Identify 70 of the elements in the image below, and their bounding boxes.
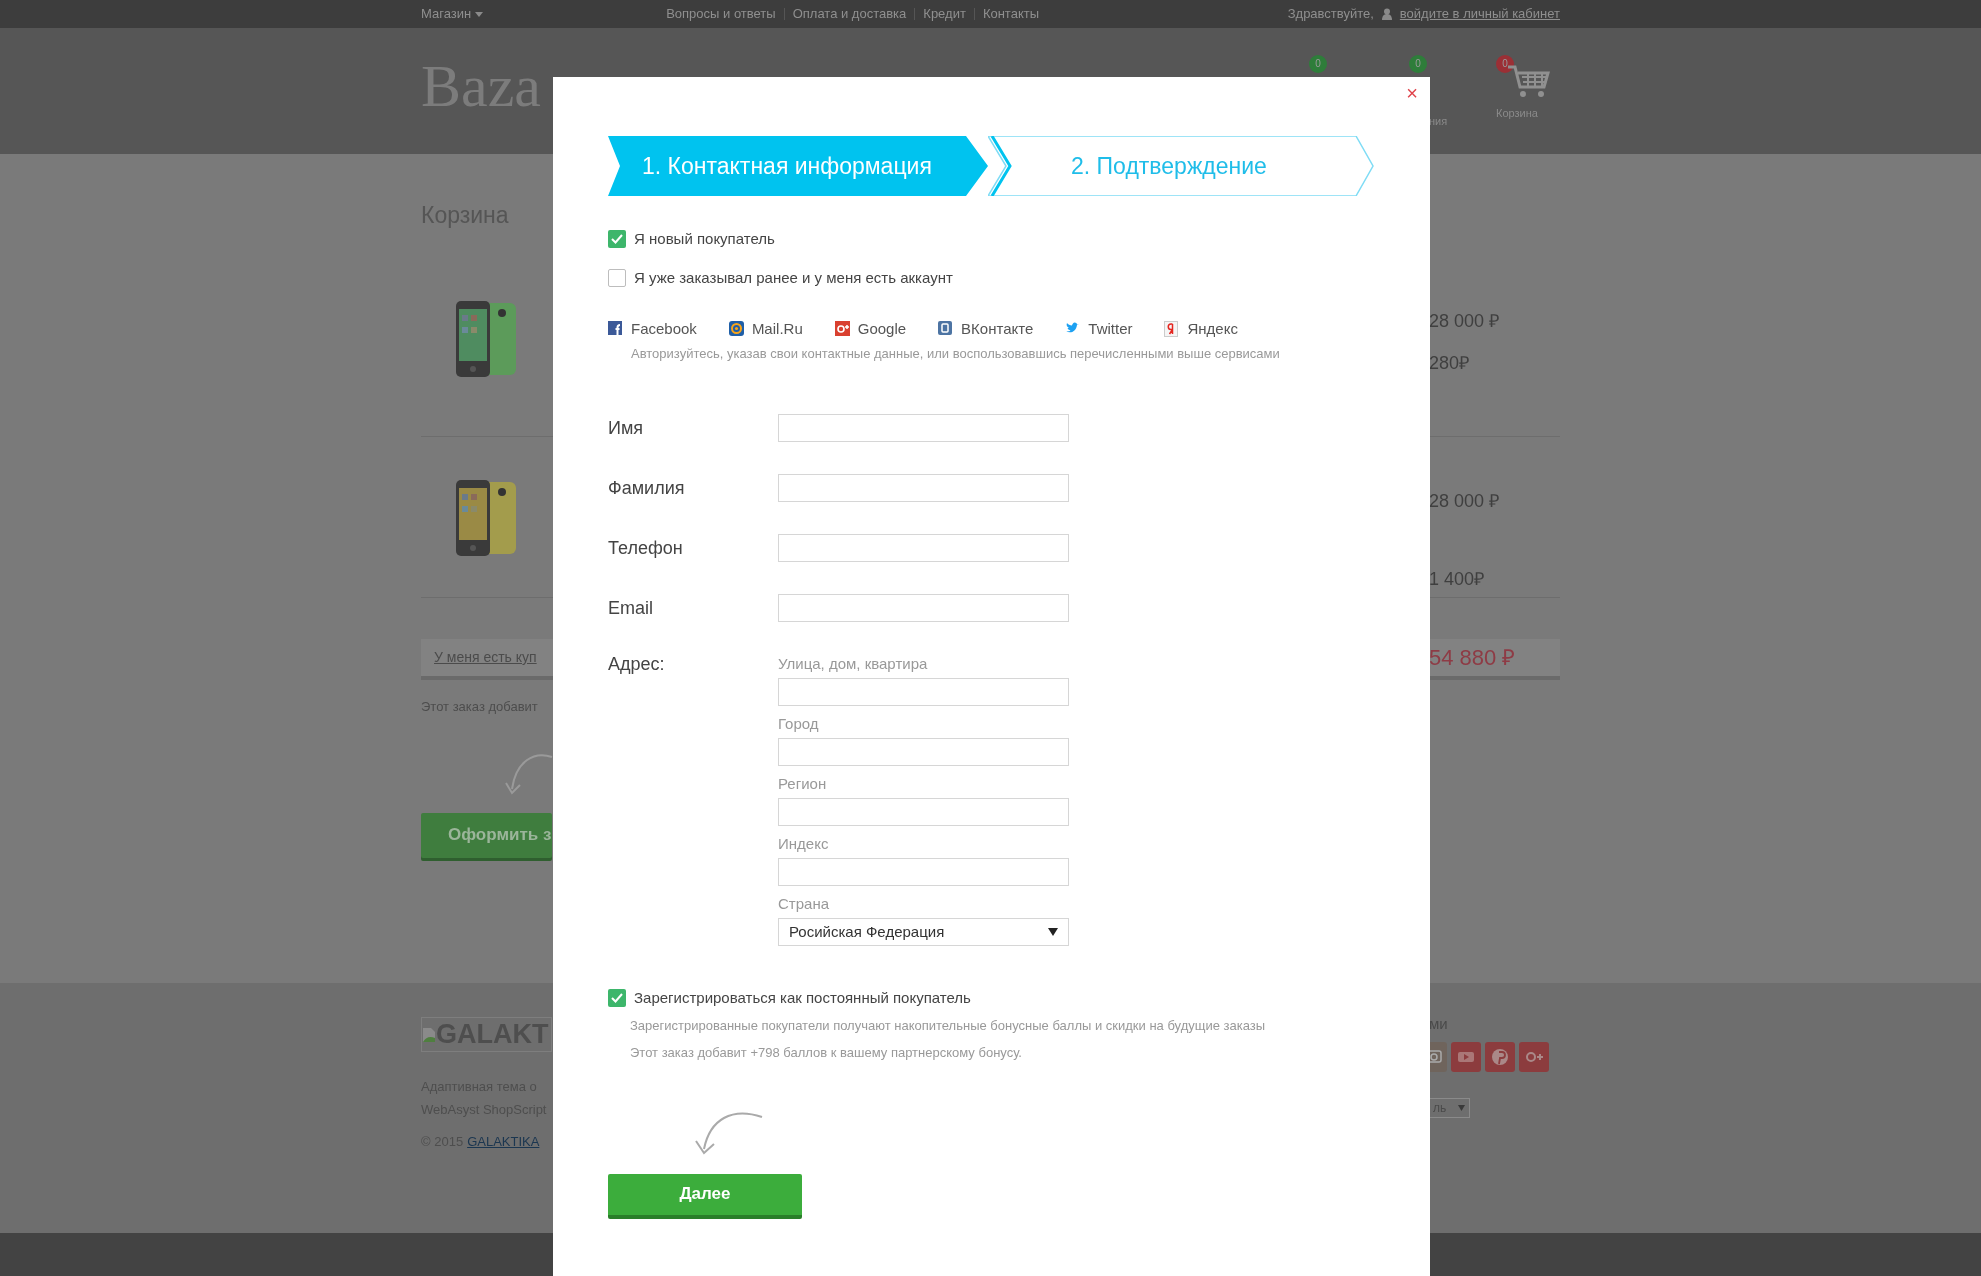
nav-link[interactable]: Кредит [923, 4, 966, 24]
checkbox[interactable] [608, 989, 626, 1008]
social-button[interactable] [1519, 1041, 1549, 1072]
social-login-link[interactable]: Яндекс [1164, 318, 1238, 341]
counter-badge: 0 [1409, 55, 1427, 73]
mailru-icon [728, 321, 744, 338]
facebook-icon [608, 321, 623, 338]
field-label: Телефон [608, 536, 684, 560]
option-label[interactable]: Зарегистрироваться как постоянный покупатель [634, 987, 971, 1010]
field-label: Страна [778, 894, 830, 914]
caret-icon [1048, 928, 1058, 936]
option-label[interactable]: Я новый покупатель [634, 228, 775, 251]
step-tab[interactable]: 1. Контактная информация [608, 136, 988, 196]
input-field[interactable] [778, 738, 1069, 766]
input-field[interactable] [778, 414, 1069, 442]
field-label: Регион [778, 774, 828, 794]
nav-link[interactable]: Оплата и доставка [792, 4, 907, 24]
pin-icon [1490, 1046, 1510, 1067]
login-link[interactable]: войдите в личный кабинет [1399, 4, 1560, 24]
shop-menu[interactable]: Магазин [421, 4, 484, 24]
total-price: 54 880 ₽ [1429, 644, 1516, 672]
next-button[interactable]: Далее [608, 1173, 802, 1219]
input-field[interactable] [778, 474, 1069, 502]
price-text: 280₽ [1429, 352, 1470, 375]
field-label: Имя [608, 416, 645, 440]
field-label: Фамилия [608, 476, 686, 500]
field-label: Адрес: [608, 654, 666, 674]
greeting-text: Здравствуйте, [1287, 5, 1374, 24]
counter-badge: 0 [1309, 55, 1327, 73]
input-field[interactable] [778, 534, 1069, 562]
social-login-link[interactable]: Google [834, 318, 907, 341]
input-field[interactable] [778, 678, 1069, 706]
auth-hint: Авторизуйтесь, указав свои контактные данные, или воспользовавшись перечисленными выше сервисами [631, 344, 1281, 363]
close-button[interactable]: × [1406, 83, 1418, 103]
yandex-icon [1164, 321, 1180, 338]
caret-icon[interactable] [475, 11, 484, 17]
curved-arrow-icon [504, 752, 554, 797]
price-text: 28 000 ₽ [1429, 310, 1500, 333]
social-login-link[interactable]: Mail.Ru [728, 318, 803, 341]
field-label: Город [778, 714, 820, 734]
price-text: 28 000 ₽ [1429, 490, 1500, 513]
counter-badge: 0 [1496, 55, 1514, 73]
field-label: Email [608, 596, 654, 620]
price-text: 1 400₽ [1429, 568, 1485, 591]
step-tab[interactable]: 2. Подтверждение [988, 136, 1374, 196]
social-login-link[interactable]: Facebook [608, 318, 697, 341]
nav-link[interactable]: Вопросы и ответы [666, 4, 776, 24]
curved-arrow-icon [692, 1110, 764, 1157]
input-field[interactable] [778, 858, 1069, 886]
checkbox[interactable] [608, 268, 626, 287]
select-field[interactable]: Росийская Федерация [778, 918, 1069, 946]
vk-icon [938, 321, 954, 338]
nav-link[interactable]: Контакты [982, 4, 1040, 24]
register-note: Зарегистрированные покупатели получают накопительные бонусные баллы и скидки на будущие заказы [630, 1016, 1267, 1035]
cart-icon[interactable] [1506, 65, 1550, 99]
footer-link[interactable]: GALAKTIKA [467, 1132, 540, 1152]
user-icon [1381, 8, 1392, 20]
field-label: Индекс [778, 834, 830, 854]
field-label: Улица, дом, квартира [778, 654, 929, 674]
google-icon [834, 321, 850, 338]
caret-icon [1458, 1104, 1465, 1111]
input-field[interactable] [778, 798, 1069, 826]
social-button[interactable] [1485, 1041, 1515, 1072]
option-label[interactable]: Я уже заказывал ранее и у меня есть аккаунт [634, 266, 953, 289]
social-login-link[interactable]: Twitter [1065, 318, 1133, 341]
register-note: Этот заказ добавит +798 баллов к вашему партнерскому бонусу. [630, 1044, 1023, 1062]
social-login-link[interactable]: ВКонтакте [938, 318, 1034, 341]
input-field[interactable] [778, 594, 1069, 622]
checkout-button[interactable]: Оформить з [421, 812, 552, 858]
checkbox[interactable] [608, 230, 626, 249]
